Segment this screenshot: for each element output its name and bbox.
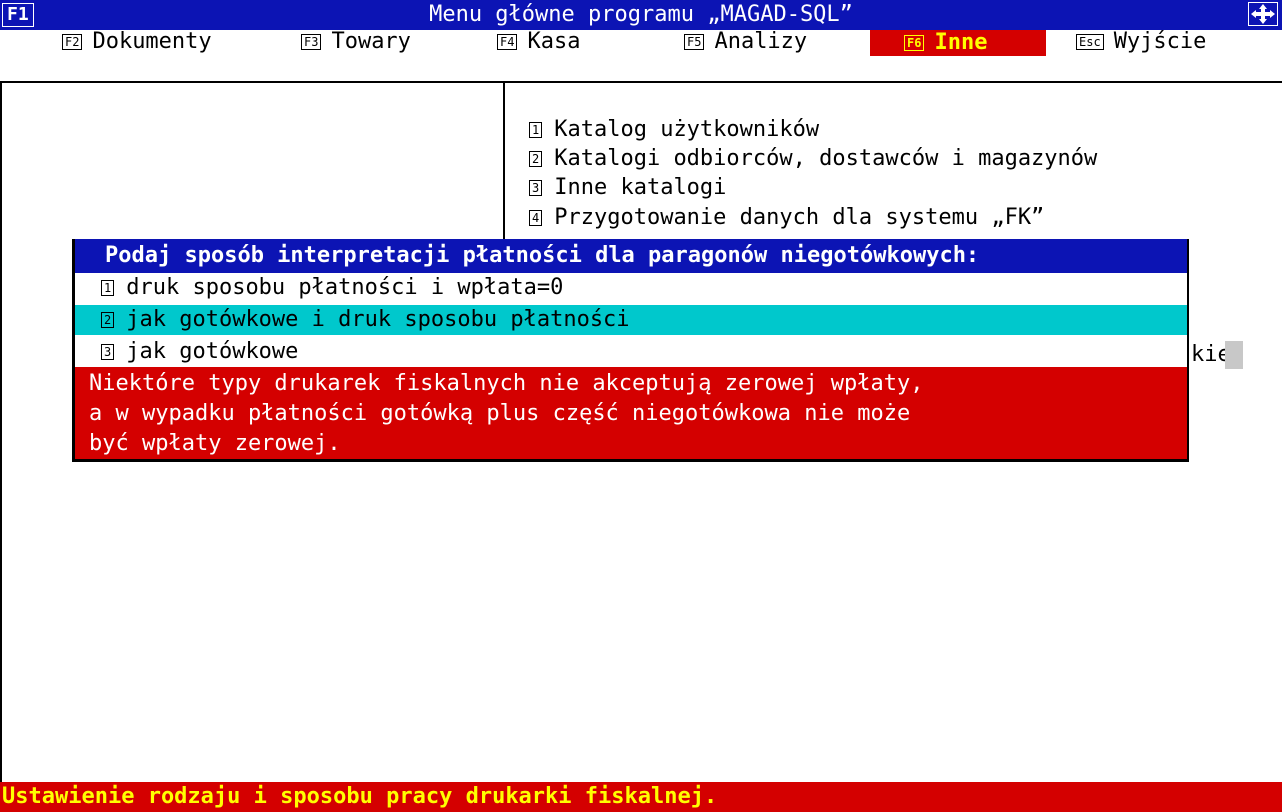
- dialog-bottom-border: [72, 459, 1189, 462]
- option-label: jak gotówkowe i druk sposobu płatności: [126, 307, 630, 332]
- dialog-header: Podaj sposób interpretacji płatności dla…: [75, 239, 1187, 273]
- submenu-key: 2: [529, 151, 543, 167]
- left-frame-line: [0, 82, 2, 782]
- help-key-f1[interactable]: F1: [2, 3, 34, 27]
- submenu-item-katalogi-odbiorcow[interactable]: 2 Katalogi odbiorców, dostawców i magazyn…: [529, 145, 1097, 173]
- menu-item-kasa[interactable]: F4 Kasa: [497, 30, 580, 54]
- title-bar: Menu główne programu „MAGAD-SQL” F1: [0, 0, 1282, 30]
- submenu-item-katalog-uzytkownikow[interactable]: 1 Katalog użytkowników: [529, 116, 819, 144]
- menu-key: F6: [904, 35, 925, 51]
- menu-key: F4: [497, 34, 518, 50]
- dialog-option-2[interactable]: 2 jak gotówkowe i druk sposobu płatności: [75, 305, 1187, 335]
- info-line: być wpłaty zerowej.: [89, 431, 341, 456]
- window-title: Menu główne programu „MAGAD-SQL”: [429, 2, 853, 27]
- submenu-label: Przygotowanie danych dla systemu „FK”: [554, 205, 1045, 230]
- option-key: 2: [101, 312, 115, 328]
- option-label: jak gotówkowe: [126, 339, 299, 364]
- submenu-label: Katalogi odbiorców, dostawców i magazynó…: [554, 146, 1098, 171]
- submenu-item-przygotowanie-fk[interactable]: 4 Przygotowanie danych dla systemu „FK”: [529, 204, 1044, 232]
- dialog-option-1[interactable]: 1 druk sposobu płatności i wpłata=0: [75, 273, 1187, 303]
- menu-label: Dokumenty: [92, 29, 212, 54]
- menu-key: F2: [62, 34, 83, 50]
- submenu-key: 4: [529, 210, 543, 226]
- submenu-label: Inne katalogi: [554, 175, 727, 200]
- submenu-key: 3: [529, 180, 543, 196]
- option-label: druk sposobu płatności i wpłata=0: [126, 275, 564, 300]
- menu-label: Analizy: [714, 29, 808, 54]
- menu-bar: F2 Dokumenty F3 Towary F4 Kasa F5 Analizy F6…: [0, 30, 1282, 82]
- submenu-label: Katalog użytkowników: [554, 117, 820, 142]
- cursor-block: [1225, 341, 1243, 369]
- dialog-info-box: Niektóre typy drukarek fiskalnych nie ak…: [75, 367, 1187, 462]
- menu-item-analizy[interactable]: F5 Analizy: [684, 30, 807, 54]
- option-key: 1: [101, 280, 115, 296]
- info-line: Niektóre typy drukarek fiskalnych nie ak…: [89, 371, 924, 396]
- submenu-key: 1: [529, 122, 543, 138]
- dialog-option-3[interactable]: 3 jak gotówkowe: [75, 337, 1187, 367]
- menu-item-inne[interactable]: F6 Inne: [870, 30, 1046, 56]
- menu-label: Inne: [934, 30, 988, 55]
- move-arrows-icon[interactable]: [1248, 2, 1278, 26]
- menu-item-wyjscie[interactable]: Esc Wyjście: [1076, 30, 1206, 54]
- menu-label: Wyjście: [1113, 29, 1207, 54]
- menu-label: Kasa: [527, 29, 581, 54]
- main-menu-screen: Menu główne programu „MAGAD-SQL” F1 F2 Do…: [0, 0, 1282, 812]
- payment-interpretation-dialog: Podaj sposób interpretacji płatności dla…: [72, 239, 1189, 462]
- menu-item-towary[interactable]: F3 Towary: [301, 30, 411, 54]
- menu-key: F5: [684, 34, 705, 50]
- submenu-item-inne-katalogi[interactable]: 3 Inne katalogi: [529, 174, 726, 202]
- option-key: 3: [101, 344, 115, 360]
- menu-label: Towary: [331, 29, 411, 54]
- status-bar: Ustawienie rodzaju i sposobu pracy druka…: [0, 782, 1282, 812]
- menu-item-dokumenty[interactable]: F2 Dokumenty: [62, 30, 212, 54]
- menu-key: F3: [301, 34, 322, 50]
- info-line: a w wypadku płatności gotówką plus część…: [89, 401, 911, 426]
- menu-key: Esc: [1076, 34, 1104, 50]
